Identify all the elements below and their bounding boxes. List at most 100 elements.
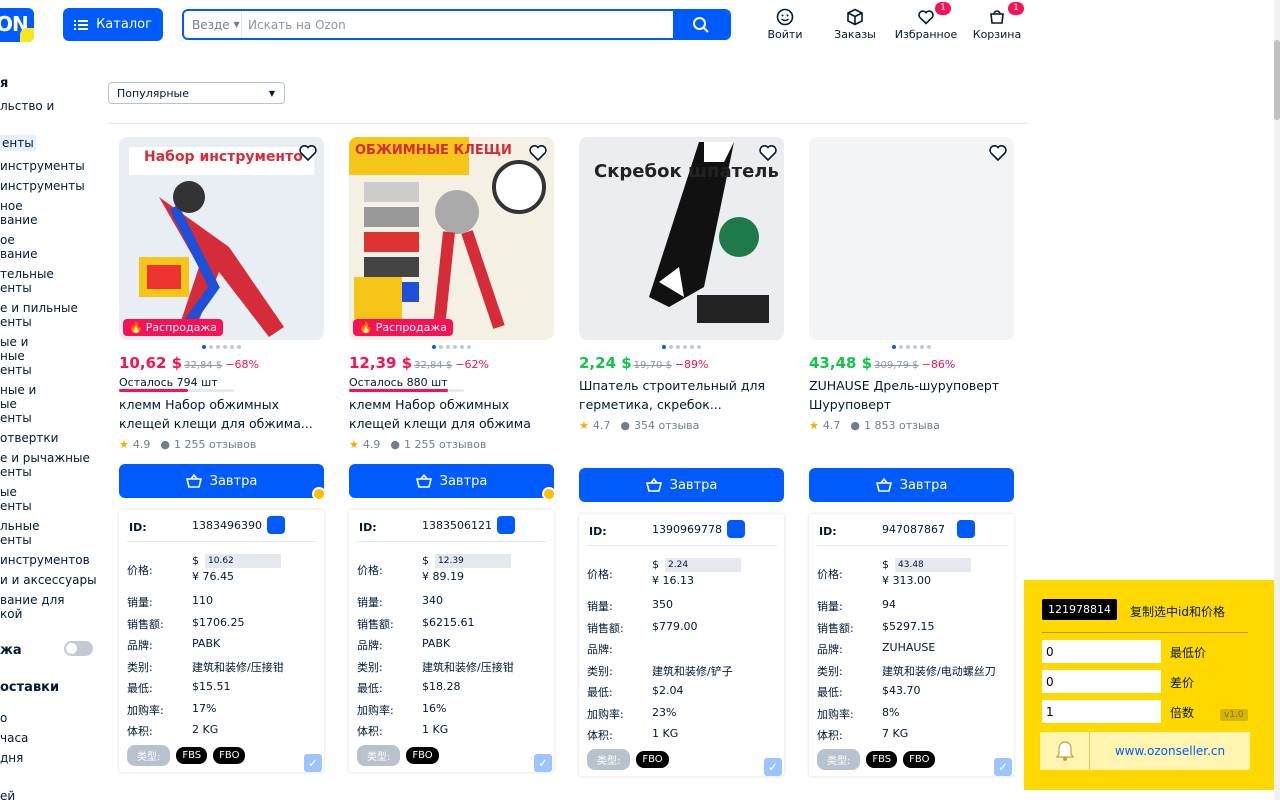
min-price-input[interactable] [1042, 640, 1161, 663]
sidebar-item[interactable]: енты [0, 315, 32, 329]
sidebar-item[interactable]: ные и [0, 383, 36, 397]
vol-value: 2 KG [192, 723, 219, 736]
sidebar-item[interactable]: вание [0, 247, 37, 261]
brand-value: ZUHAUSE [882, 641, 936, 654]
product-card[interactable]: Набор инструменто 🔥 Распродажа 10,62 $32,84… [119, 137, 326, 777]
fulfillment-types: 类型: FBO [357, 744, 439, 766]
cat-label: 类别: [357, 660, 383, 674]
delivery-option[interactable]: часа [0, 731, 28, 745]
caret-down-icon: ▼ [268, 88, 275, 98]
add-to-cart-button[interactable]: Завтра [579, 468, 784, 502]
brand-value: PABK [422, 637, 451, 650]
product-info-panel: ID: 1383496390 价格: $10.62 ¥ 76.45 销量: 110 销售额: $… [119, 510, 324, 772]
copy-id-icon[interactable] [957, 520, 975, 538]
orders-button[interactable]: Заказы [832, 8, 878, 44]
sidebar-item[interactable]: льство и [0, 99, 54, 113]
product-image[interactable]: Скребок шпатель [579, 137, 784, 340]
usd-price-box: 2.24 [665, 558, 741, 572]
stock-left: Осталось 794 шт [119, 376, 218, 389]
sidebar-item[interactable]: тельные [0, 267, 54, 281]
image-caption: Набор инструменто [144, 149, 303, 165]
login-button[interactable]: Войти [766, 8, 804, 44]
catalog-button[interactable]: Каталог [63, 8, 163, 41]
favorite-heart-icon[interactable] [298, 143, 318, 163]
bell-icon [1040, 732, 1090, 770]
product-card[interactable]: Скребок шпатель 2,24 $19,70 $ −89% Шпатель … [579, 137, 784, 777]
sidebar-item-selected[interactable]: енты [0, 135, 36, 151]
cart-button[interactable]: Корзина 1 [972, 2, 1024, 44]
ozon-logo[interactable]: ON [0, 8, 34, 42]
search-input[interactable] [242, 11, 673, 38]
sidebar-item[interactable]: отвертки [0, 431, 58, 445]
copy-id-price-button[interactable]: 复制选中id和价格 [1130, 603, 1225, 620]
delivery-option[interactable]: дня [0, 751, 23, 765]
sidebar-item[interactable]: е и пильные [0, 301, 78, 315]
product-card[interactable]: ОБЖИМНЫЕ КЛЕЩИ 🔥 Распродажа 12,39 $32,84 $ −… [349, 137, 556, 777]
rating: ★ 4.7 ● 354 отзыва [579, 419, 700, 432]
product-title[interactable]: ZUHAUSE Дрель-шуруповерт Шуруповерт акку… [809, 376, 1014, 414]
copy-id-icon[interactable] [497, 516, 515, 534]
diff-price-input[interactable] [1042, 670, 1161, 693]
sidebar-item[interactable]: енты [0, 363, 32, 377]
sidebar-item[interactable]: вание [0, 213, 37, 227]
favorites-button[interactable]: Избранное 1 [895, 2, 957, 44]
product-info-panel: ID: 1383506121 价格: $12.39 ¥ 89.19 销量: 340 销售额: $… [349, 510, 554, 772]
stock-left: Осталось 880 шт [349, 376, 448, 389]
comment-icon: ● [850, 419, 860, 432]
product-card[interactable]: 43,48 $309,79 $ −86% ZUHAUSE Дрель-шурупов… [809, 137, 1014, 777]
favorite-heart-icon[interactable] [528, 143, 548, 163]
page-scrollbar[interactable] [1274, 0, 1280, 800]
product-title[interactable]: клемм Набор обжимных клещей клещи для об… [349, 395, 554, 433]
select-checkbox[interactable]: ✓ [304, 754, 322, 772]
sidebar-item[interactable]: ые и [0, 335, 28, 349]
copy-id-icon[interactable] [267, 516, 285, 534]
sidebar-item[interactable]: енты [0, 465, 32, 479]
site-link[interactable]: www.ozonseller.cn [1040, 732, 1250, 770]
select-checkbox[interactable]: ✓ [994, 758, 1012, 776]
product-title[interactable]: клемм Набор обжимных клещей клещи для об… [119, 395, 324, 433]
product-image[interactable]: Набор инструменто 🔥 Распродажа [119, 137, 324, 340]
sidebar-item[interactable]: ные [0, 349, 25, 363]
sidebar-item[interactable]: енты [0, 281, 32, 295]
select-checkbox[interactable]: ✓ [764, 758, 782, 776]
sidebar-item[interactable]: е и рычажные [0, 451, 90, 465]
delivery-option[interactable]: ей [0, 789, 15, 803]
sidebar-item[interactable]: ые [0, 397, 17, 411]
sidebar-item[interactable]: инструменты [0, 179, 85, 193]
copy-id-icon[interactable] [727, 520, 745, 538]
favorite-heart-icon[interactable] [988, 143, 1008, 163]
min-label: 最低: [127, 682, 153, 695]
sidebar-item[interactable]: ое [0, 233, 15, 247]
favorite-heart-icon[interactable] [758, 143, 778, 163]
add-to-cart-button[interactable]: Завтра [119, 464, 324, 498]
multiplier-input[interactable] [1042, 700, 1161, 723]
sidebar-item[interactable]: енты [0, 499, 32, 513]
sale-toggle[interactable] [64, 641, 93, 656]
sidebar-item[interactable]: льные [0, 519, 39, 533]
sidebar-item[interactable]: енты [0, 533, 32, 547]
sales-value: 94 [882, 598, 896, 611]
add-to-cart-button[interactable]: Завтра [349, 464, 554, 498]
sidebar-item[interactable]: ые [0, 485, 17, 499]
add-to-cart-button[interactable]: Завтра [809, 468, 1014, 502]
fulfillment-tag: FBO [406, 746, 439, 764]
sidebar-item[interactable]: и и аксессуары [0, 573, 97, 587]
sidebar-item[interactable]: кой [0, 607, 22, 621]
rate-label: 加购率: [817, 707, 854, 721]
sidebar-item[interactable]: ное [0, 199, 23, 213]
product-id: 1390969778 [652, 523, 722, 536]
product-image[interactable]: ОБЖИМНЫЕ КЛЕЩИ 🔥 Распродажа [349, 137, 554, 340]
product-image[interactable] [809, 137, 1014, 340]
sidebar-item[interactable]: инструменты [0, 159, 85, 173]
sidebar-item[interactable]: инструментов [0, 553, 90, 567]
rate-label: 加购率: [587, 707, 624, 721]
product-title[interactable]: Шпатель строительный для герметика, скре… [579, 376, 784, 414]
delivery-option[interactable]: о [0, 711, 7, 725]
search-button[interactable] [673, 11, 729, 38]
search-scope-select[interactable]: Везде ▼ [184, 11, 242, 38]
select-checkbox[interactable]: ✓ [534, 754, 552, 772]
sort-select[interactable]: Популярные ▼ [108, 82, 285, 104]
cny-price: ¥ 76.45 [192, 570, 234, 583]
sidebar-item[interactable]: вание для [0, 593, 64, 607]
sidebar-item[interactable]: енты [0, 411, 32, 425]
